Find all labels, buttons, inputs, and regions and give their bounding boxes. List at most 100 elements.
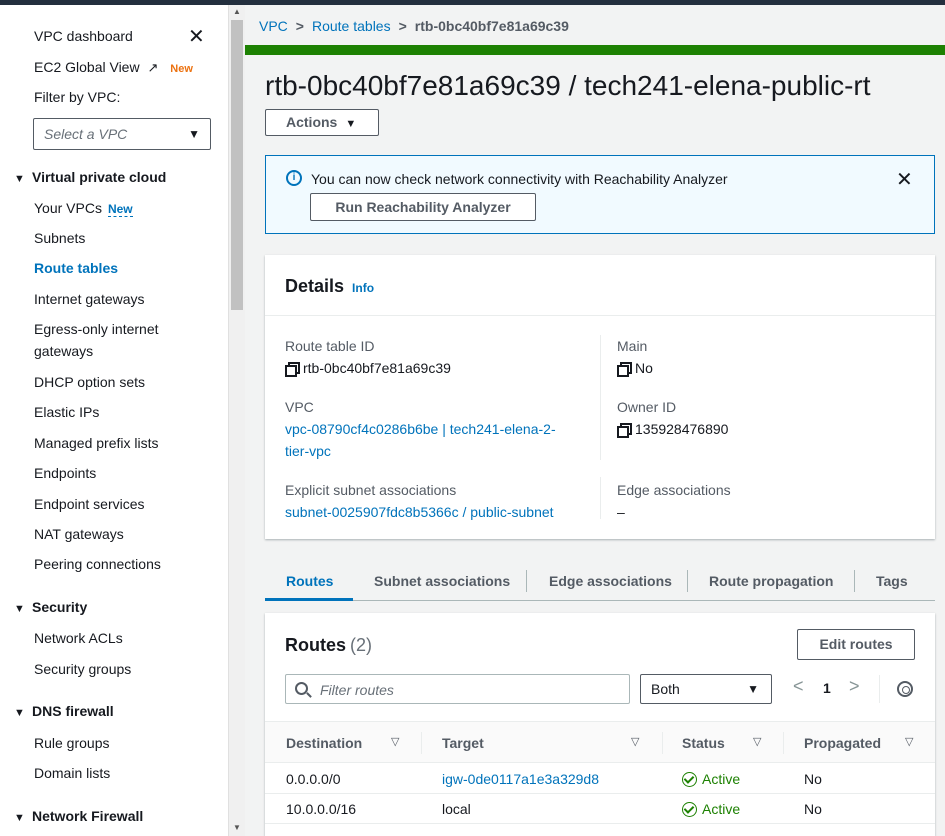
chevron-right-icon: > — [398, 18, 407, 34]
tab-subnet-associations[interactable]: Subnet associations — [374, 572, 510, 590]
vpc-link[interactable]: vpc-08790cf4c0286b6be | tech241-elena-2-… — [285, 418, 556, 462]
sidebar-item-endpoint-services[interactable]: Endpoint services — [34, 493, 145, 515]
caret-down-icon: ▼ — [14, 707, 25, 719]
details-heading: Details Info — [285, 275, 374, 299]
routes-panel: Routes(2) Edit routes Both ▼ < 1 > Desti… — [265, 613, 935, 836]
caret-down-icon: ▼ — [14, 812, 25, 824]
filter-routes-input[interactable] — [320, 680, 620, 700]
column-header-status[interactable]: Status — [682, 734, 725, 752]
actions-button[interactable]: Actions ▼ — [265, 109, 379, 136]
banner-message: You can now check network connectivity w… — [311, 171, 728, 187]
sort-icon[interactable]: ▽ — [391, 735, 399, 748]
vpc-label: VPC — [285, 399, 314, 415]
section-network-firewall[interactable]: ▼ Network Firewall — [14, 806, 143, 828]
section-virtual-private-cloud[interactable]: ▼ Virtual private cloud — [14, 167, 166, 189]
vpc-filter-select[interactable]: Select a VPC ▼ — [33, 118, 211, 150]
section-dns-firewall[interactable]: ▼ DNS firewall — [14, 701, 114, 723]
sidebar-item-label: EC2 Global View — [34, 59, 140, 75]
tab-separator — [687, 570, 688, 592]
sidebar-item-vpc-dashboard[interactable]: VPC dashboard — [34, 25, 133, 47]
table-row[interactable]: 0.0.0.0/0 igw-0de0117a1e3a329d8 Active N… — [265, 764, 935, 794]
chevron-right-icon[interactable]: > — [849, 675, 860, 697]
section-title: DNS firewall — [32, 703, 114, 719]
sidebar-item-dhcp-option-sets[interactable]: DHCP option sets — [34, 371, 145, 393]
tab-tags[interactable]: Tags — [876, 572, 908, 590]
sidebar-item-subnets[interactable]: Subnets — [34, 227, 85, 249]
route-type-value: Both — [651, 681, 680, 697]
scroll-down-icon[interactable]: ▼ — [233, 823, 241, 832]
tab-separator — [854, 570, 855, 592]
status-text: Active — [702, 771, 741, 787]
section-title: Security — [32, 599, 88, 615]
scrollbar-thumb[interactable] — [231, 20, 243, 310]
actions-label: Actions — [286, 114, 338, 130]
sidebar-item-route-tables[interactable]: Route tables — [34, 257, 118, 279]
edge-associations-label: Edge associations — [617, 482, 731, 498]
column-header-target[interactable]: Target — [442, 734, 484, 752]
sidebar-item-domain-lists[interactable]: Domain lists — [34, 762, 110, 784]
main-label: Main — [617, 338, 648, 354]
run-reachability-analyzer-button[interactable]: Run Reachability Analyzer — [310, 193, 536, 221]
gear-icon[interactable] — [897, 681, 913, 697]
route-table-id-label: Route table ID — [285, 338, 375, 354]
info-link[interactable]: Info — [352, 281, 374, 295]
target-cell: local — [442, 801, 471, 817]
section-security[interactable]: ▼ Security — [14, 597, 87, 619]
main-text: No — [635, 360, 653, 376]
sidebar-item-ec2-global-view[interactable]: EC2 Global View ↗ New — [34, 56, 193, 80]
details-panel: Details Info Route table ID rtb-0bc40bf7e… — [265, 255, 935, 539]
sidebar-item-internet-gateways[interactable]: Internet gateways — [34, 288, 145, 310]
new-badge: New — [170, 63, 193, 75]
sort-icon[interactable]: ▽ — [753, 735, 761, 748]
edge-associations-value: – — [617, 504, 625, 520]
copy-icon[interactable] — [285, 362, 300, 377]
close-icon[interactable]: ✕ — [188, 27, 205, 47]
column-header-propagated[interactable]: Propagated — [804, 734, 881, 752]
sidebar-item-elastic-ips[interactable]: Elastic IPs — [34, 401, 99, 423]
close-icon[interactable]: ✕ — [896, 167, 913, 192]
tab-routes[interactable]: Routes — [286, 572, 333, 590]
main-content: VPC > Route tables > rtb-0bc40bf7e81a69c39 r… — [245, 5, 945, 836]
route-type-select[interactable]: Both ▼ — [640, 674, 772, 704]
target-link[interactable]: igw-0de0117a1e3a329d8 — [442, 770, 599, 788]
filter-by-vpc-label: Filter by VPC: — [34, 89, 121, 105]
sort-icon[interactable]: ▽ — [631, 735, 639, 748]
propagated-cell: No — [804, 801, 822, 817]
sidebar-item-label: Egress-only internet — [34, 321, 159, 337]
table-row[interactable]: 10.0.0.0/16 local Active No — [265, 794, 935, 824]
current-page[interactable]: 1 — [823, 677, 831, 699]
route-table-id-value: rtb-0bc40bf7e81a69c39 — [285, 357, 451, 379]
copy-icon[interactable] — [617, 362, 632, 377]
sidebar-scrollbar[interactable]: ▲ ▼ — [228, 5, 245, 836]
scroll-up-icon[interactable]: ▲ — [233, 7, 241, 16]
sort-icon[interactable]: ▽ — [905, 735, 913, 748]
sidebar-item-label: gateways — [34, 343, 94, 359]
breadcrumb-route-tables[interactable]: Route tables — [312, 18, 391, 34]
routes-heading: Routes (2) — [285, 634, 372, 656]
success-flash-bar — [245, 45, 945, 55]
chevron-right-icon: > — [295, 18, 304, 34]
sidebar-item-egress-only-gateways[interactable]: Egress-only internet gateways — [34, 318, 159, 362]
column-header-destination[interactable]: Destination — [286, 734, 362, 752]
new-badge: New — [107, 202, 133, 217]
tab-edge-associations[interactable]: Edge associations — [549, 572, 672, 590]
sidebar-item-managed-prefix-lists[interactable]: Managed prefix lists — [34, 432, 159, 454]
filter-routes-field[interactable] — [285, 674, 630, 704]
sidebar-item-nat-gateways[interactable]: NAT gateways — [34, 523, 124, 545]
divider — [879, 675, 880, 703]
breadcrumb-current: rtb-0bc40bf7e81a69c39 — [414, 18, 569, 34]
sidebar-item-peering-connections[interactable]: Peering connections — [34, 553, 161, 575]
copy-icon[interactable] — [617, 423, 632, 438]
sidebar-item-security-groups[interactable]: Security groups — [34, 658, 131, 680]
sidebar-item-rule-groups[interactable]: Rule groups — [34, 732, 110, 754]
chevron-left-icon[interactable]: < — [793, 675, 804, 697]
breadcrumb-vpc[interactable]: VPC — [259, 18, 288, 34]
sidebar-item-your-vpcs[interactable]: Your VPCs New — [34, 197, 133, 220]
explicit-subnet-association-link[interactable]: subnet-0025907fdc8b5366c / public-subnet — [285, 501, 554, 523]
tab-route-propagation[interactable]: Route propagation — [709, 572, 833, 590]
vpc-filter-placeholder: Select a VPC — [44, 126, 128, 142]
caret-down-icon: ▼ — [14, 173, 25, 185]
edit-routes-button[interactable]: Edit routes — [797, 629, 915, 660]
sidebar-item-endpoints[interactable]: Endpoints — [34, 462, 96, 484]
sidebar-item-network-acls[interactable]: Network ACLs — [34, 627, 123, 649]
